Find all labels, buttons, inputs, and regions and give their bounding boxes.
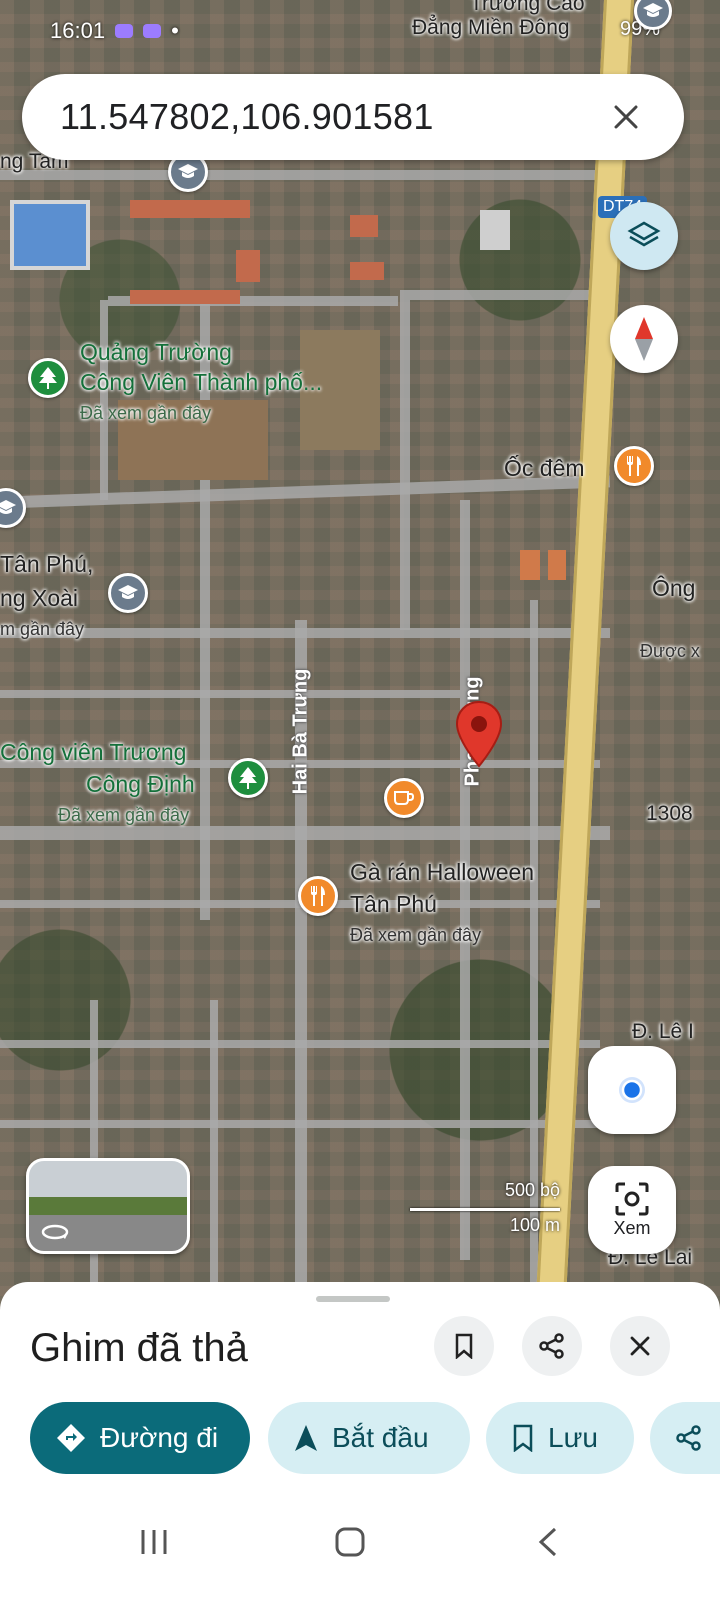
map-label-square-sub: Đã xem gần đây bbox=[80, 403, 212, 423]
dot-icon: • bbox=[171, 18, 179, 43]
map-label-square-line2[interactable]: Công Viên Thành phố... bbox=[80, 369, 322, 395]
lens-button[interactable]: Xem bbox=[588, 1166, 676, 1254]
search-query[interactable]: 11.547802,106.901581 bbox=[60, 96, 606, 138]
notification-icon bbox=[115, 24, 134, 38]
back-icon bbox=[538, 1527, 557, 1557]
close-sheet-button[interactable] bbox=[610, 1316, 670, 1376]
start-label: Bắt đầu bbox=[332, 1422, 429, 1453]
share-icon-button[interactable] bbox=[522, 1316, 582, 1376]
layers-icon bbox=[627, 221, 661, 247]
park-icon[interactable] bbox=[228, 758, 268, 798]
cafe-icon[interactable] bbox=[384, 778, 424, 818]
start-chip[interactable]: Bắt đầu bbox=[268, 1402, 470, 1474]
map-label-oc-dem[interactable]: Ốc đêm bbox=[504, 455, 585, 481]
status-bar: 16:01 • bbox=[50, 18, 179, 44]
map-label-square-line1[interactable]: Quảng Trường bbox=[80, 339, 232, 365]
map-label-school-top[interactable]: Trường Cao bbox=[470, 0, 585, 15]
home-icon bbox=[335, 1527, 365, 1557]
sheet-title: Ghim đã thả bbox=[30, 1326, 248, 1370]
map-label-duoc: Được x bbox=[640, 641, 700, 661]
road-label-le-1: Đ. Lê I bbox=[632, 1020, 694, 1043]
camera-scan-icon bbox=[615, 1182, 649, 1215]
road-label-hai-ba-trung: Hai Bà Trưng bbox=[289, 668, 312, 795]
scale-metric: 100 m bbox=[509, 1215, 560, 1235]
park-icon[interactable] bbox=[28, 358, 68, 398]
lens-label: Xem bbox=[613, 1217, 651, 1238]
restaurant-icon[interactable] bbox=[298, 876, 338, 916]
save-chip[interactable]: Lưu bbox=[486, 1402, 634, 1474]
save-icon-button[interactable] bbox=[434, 1316, 494, 1376]
satellite-map[interactable]: 16:01 • 99% Trường Cao Đẳng Miền Đông ng… bbox=[0, 0, 720, 1320]
location-dot-icon bbox=[619, 1077, 645, 1103]
layers-button[interactable] bbox=[610, 202, 678, 270]
share-icon bbox=[539, 1333, 564, 1359]
save-label: Lưu bbox=[548, 1422, 598, 1453]
map-label-tan-phu-sub: m gần đây bbox=[0, 619, 85, 639]
map-label-park-line1[interactable]: Công viên Trương bbox=[0, 739, 186, 765]
directions-chip[interactable]: Đường đi bbox=[30, 1402, 250, 1474]
scale-bar bbox=[410, 1208, 560, 1211]
map-label-park-sub: Đã xem gần đây bbox=[58, 805, 190, 825]
recents-icon bbox=[141, 1530, 167, 1554]
map-label-ong[interactable]: Ông bbox=[652, 575, 695, 601]
share-chip[interactable] bbox=[650, 1402, 720, 1474]
recent-apps-button[interactable] bbox=[124, 1512, 184, 1572]
map-label-ga-ran-sub: Đã xem gần đây bbox=[350, 925, 482, 945]
school-icon[interactable] bbox=[108, 573, 148, 613]
map-scale: 500 bộ 100 m bbox=[410, 1180, 560, 1236]
sheet-drag-handle[interactable] bbox=[316, 1296, 390, 1302]
my-location-button[interactable] bbox=[588, 1046, 676, 1134]
system-nav-bar bbox=[0, 1492, 720, 1600]
bookmark-icon bbox=[513, 1424, 533, 1452]
restaurant-icon[interactable] bbox=[614, 446, 654, 486]
road-label-1308: 1308 bbox=[646, 802, 693, 825]
compass-icon bbox=[635, 317, 653, 361]
notification-icon bbox=[143, 24, 162, 38]
close-icon bbox=[630, 1336, 650, 1356]
map-label-tan-phu-line1[interactable]: Tân Phú, bbox=[0, 551, 93, 577]
search-bar[interactable]: 11.547802,106.901581 bbox=[22, 74, 684, 160]
street-view-thumbnail[interactable] bbox=[26, 1158, 190, 1254]
home-button[interactable] bbox=[320, 1512, 380, 1572]
share-icon bbox=[676, 1425, 701, 1451]
rotate-360-icon bbox=[41, 1224, 69, 1240]
bookmark-icon bbox=[455, 1333, 473, 1359]
action-chips: Đường đi Bắt đầu Lưu bbox=[30, 1402, 720, 1476]
school-icon[interactable] bbox=[0, 488, 26, 528]
map-label-ga-ran-line1[interactable]: Gà rán Halloween bbox=[350, 859, 534, 885]
dropped-pin-icon[interactable] bbox=[455, 700, 503, 775]
navigation-arrow-icon bbox=[295, 1425, 317, 1451]
directions-label: Đường đi bbox=[100, 1422, 219, 1453]
map-label-tan-phu-line2[interactable]: ng Xoài bbox=[0, 585, 78, 611]
status-time: 16:01 bbox=[50, 18, 106, 43]
map-label-park-line2[interactable]: Công Định bbox=[86, 771, 195, 797]
map-label-ga-ran-line2[interactable]: Tân Phú bbox=[350, 891, 437, 917]
back-button[interactable] bbox=[518, 1512, 578, 1572]
directions-icon bbox=[57, 1424, 85, 1452]
map-label-school[interactable]: Đẳng Miền Đông bbox=[412, 16, 570, 39]
scale-imperial: 500 bộ bbox=[504, 1180, 560, 1200]
clear-search-icon[interactable] bbox=[606, 97, 646, 137]
compass-button[interactable] bbox=[610, 305, 678, 373]
